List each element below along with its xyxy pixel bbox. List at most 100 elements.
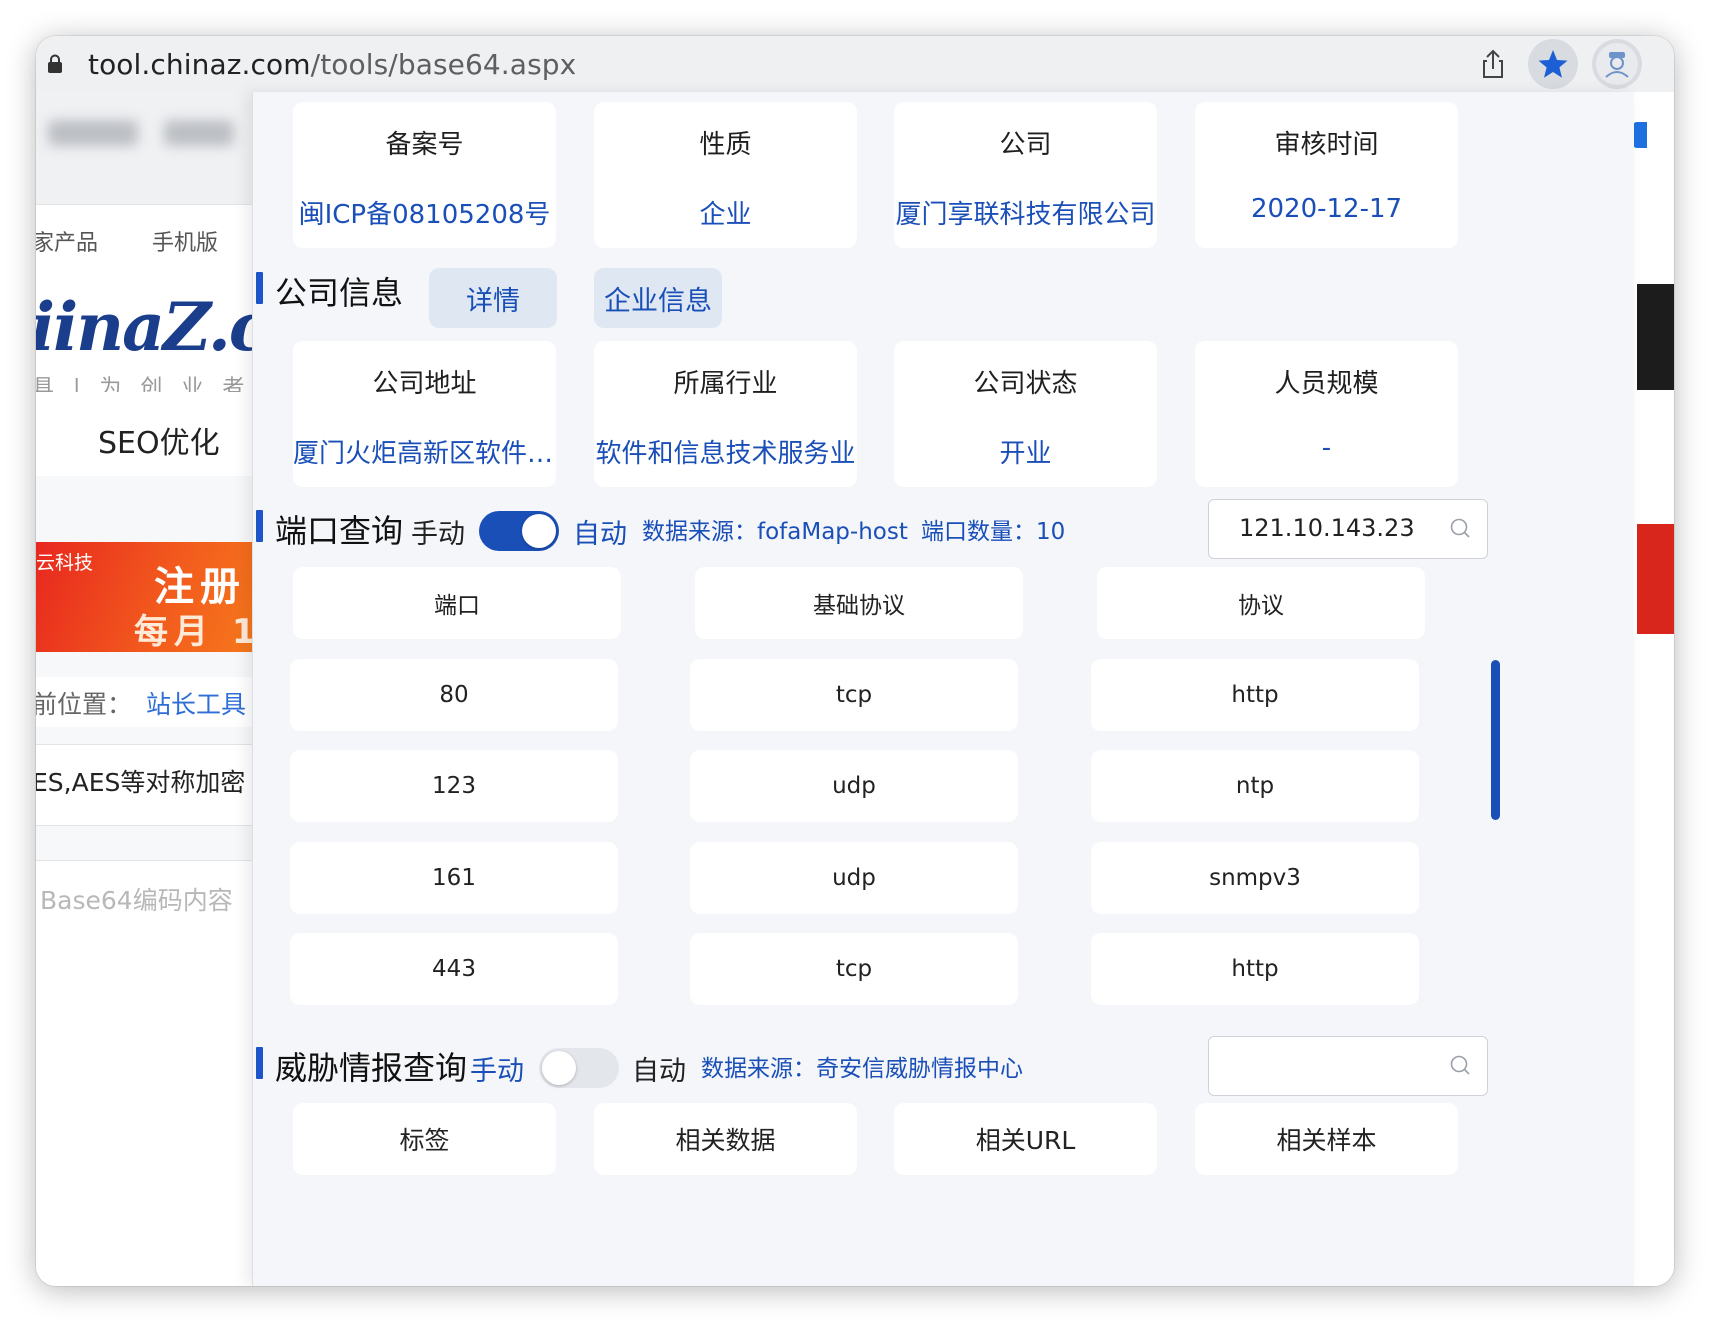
card-label: 性质 [699, 130, 752, 160]
threat-header-related-data: 相关数据 [594, 1103, 857, 1175]
company-card-address: 公司地址 厦门火炬高新区软件园... [293, 341, 556, 487]
card-label: 审核时间 [1274, 130, 1379, 160]
threat-mode-toggle[interactable] [539, 1048, 619, 1088]
avatar-icon [1596, 43, 1638, 85]
bg-blurred-text [48, 120, 138, 146]
address-bar[interactable]: tool.chinaz.com/tools/base64.aspx [36, 36, 1674, 92]
icp-card-review-time: 审核时间 2020-12-17 [1195, 102, 1458, 248]
card-value[interactable]: 闽ICP备08105208号 [293, 194, 556, 231]
port-manual-label[interactable]: 手动 [411, 512, 465, 551]
lock-icon [48, 54, 62, 73]
port-mode-toggle[interactable] [479, 511, 559, 551]
port-count: 端口数量：10 [921, 519, 1066, 545]
port-cell-protocol: http [1091, 933, 1419, 1005]
share-icon [1483, 49, 1503, 78]
bg-logo: iinaZ.c 具 | 为 创 业 者 提 [36, 282, 285, 401]
url-host: tool.chinaz.com [88, 48, 311, 81]
threat-section-title: 威胁情报查询 [275, 1049, 468, 1087]
bg-crumb-label: 前位置： [36, 690, 133, 719]
threat-auto-label[interactable]: 自动 [632, 1049, 686, 1088]
bg-right-strip [1633, 92, 1674, 1286]
port-cell-port: 161 [290, 842, 618, 914]
star-icon [1538, 50, 1568, 78]
bg-seo-label: SEO优化 [98, 426, 220, 461]
card-value[interactable]: 开业 [894, 433, 1157, 470]
threat-header-related-samples: 相关样本 [1195, 1103, 1458, 1175]
card-value[interactable]: 软件和信息技术服务业 [594, 433, 857, 470]
toggle-knob [542, 1051, 576, 1085]
port-data-source: 数据来源：fofaMap-host [642, 519, 908, 545]
card-label: 公司地址 [372, 369, 477, 399]
threat-header-tags: 标签 [293, 1103, 556, 1175]
port-header-port: 端口 [293, 567, 621, 639]
threat-header-related-url: 相关URL [894, 1103, 1157, 1175]
company-section-title: 公司信息 [275, 274, 404, 312]
port-cell-protocol: ntp [1091, 750, 1419, 822]
section-marker [256, 1047, 263, 1079]
bg-banner-tag: 云科技 [36, 552, 94, 574]
port-cell-protocol: http [1091, 659, 1419, 731]
port-auto-label[interactable]: 自动 [573, 512, 627, 551]
bg-heading-text: ES,AES等对称加密 [36, 768, 246, 797]
port-cell-base-protocol: tcp [690, 659, 1018, 731]
bg-nav-mobile[interactable]: 手机版 [152, 225, 218, 257]
bg-seo-menu[interactable]: SEO优化 [36, 392, 266, 476]
port-section-title: 端口查询 [275, 512, 404, 550]
icp-card-number: 备案号 闽ICP备08105208号 [293, 102, 556, 248]
section-marker [256, 510, 263, 542]
profile-button[interactable] [1592, 39, 1642, 89]
bg-banner-subtitle: 每月 1 [134, 612, 262, 652]
bookmark-button[interactable] [1528, 39, 1578, 89]
extension-panel: 备案号 闽ICP备08105208号 性质 企业 公司 厦门享联科技有限公司 审… [252, 92, 1634, 1286]
enterprise-info-button[interactable]: 企业信息 [594, 268, 722, 328]
bg-right-ad [1637, 524, 1674, 634]
bg-top-bar [36, 92, 266, 204]
card-value[interactable]: - [1195, 433, 1458, 463]
card-label: 所属行业 [673, 369, 778, 399]
bg-right-image [1637, 284, 1674, 390]
share-button[interactable] [1468, 39, 1518, 89]
card-label: 备案号 [385, 130, 464, 160]
card-value[interactable]: 企业 [594, 194, 857, 231]
port-header-protocol: 协议 [1097, 567, 1425, 639]
url-text[interactable]: tool.chinaz.com/tools/base64.aspx [88, 48, 576, 81]
bg-nav: 家产品 手机版 [36, 204, 266, 284]
port-cell-protocol: snmpv3 [1091, 842, 1419, 914]
port-search-input[interactable]: 121.10.143.23 [1208, 499, 1488, 559]
threat-search-input[interactable] [1208, 1036, 1488, 1096]
card-label: 人员规模 [1274, 369, 1379, 399]
bg-right-tab[interactable] [1633, 122, 1647, 148]
bg-input-placeholder: Base64编码内容 [40, 886, 233, 915]
bg-crumb-link[interactable]: 站长工具 [146, 685, 246, 721]
port-cell-base-protocol: tcp [690, 933, 1018, 1005]
port-cell-port: 443 [290, 933, 618, 1005]
search-icon[interactable] [1449, 1054, 1473, 1078]
company-card-industry: 所属行业 软件和信息技术服务业 [594, 341, 857, 487]
port-cell-base-protocol: udp [690, 842, 1018, 914]
port-search-value: 121.10.143.23 [1239, 514, 1415, 542]
card-label: 公司状态 [973, 369, 1078, 399]
bg-nav-products[interactable]: 家产品 [36, 225, 98, 257]
threat-manual-label[interactable]: 手动 [470, 1049, 524, 1088]
icp-card-company: 公司 厦门享联科技有限公司 [894, 102, 1157, 248]
bg-blurred-text [164, 120, 234, 146]
port-table-scrollbar[interactable] [1491, 660, 1500, 820]
bg-logo-mark: iinaZ.c [36, 288, 269, 366]
section-marker [256, 272, 263, 304]
browser-window: tool.chinaz.com/tools/base64.aspx 家产品 手机… [36, 36, 1674, 1286]
card-value[interactable]: 厦门火炬高新区软件园... [293, 433, 556, 470]
company-card-staff-size: 人员规模 - [1195, 341, 1458, 487]
card-label: 公司 [999, 130, 1052, 160]
port-cell-base-protocol: udp [690, 750, 1018, 822]
port-cell-port: 123 [290, 750, 618, 822]
search-icon[interactable] [1449, 517, 1473, 541]
threat-data-source: 数据来源：奇安信威胁情报中心 [701, 1056, 1023, 1082]
toggle-knob [522, 514, 556, 548]
card-value[interactable]: 厦门享联科技有限公司 [894, 194, 1157, 231]
bg-page-heading: ES,AES等对称加密 [36, 744, 266, 826]
card-value[interactable]: 2020-12-17 [1195, 194, 1458, 224]
company-details-button[interactable]: 详情 [429, 268, 557, 328]
bg-base64-input[interactable]: Base64编码内容 [36, 860, 266, 1286]
port-cell-port: 80 [290, 659, 618, 731]
bg-banner-ad[interactable]: 云科技 注册 每月 1 [36, 542, 266, 652]
